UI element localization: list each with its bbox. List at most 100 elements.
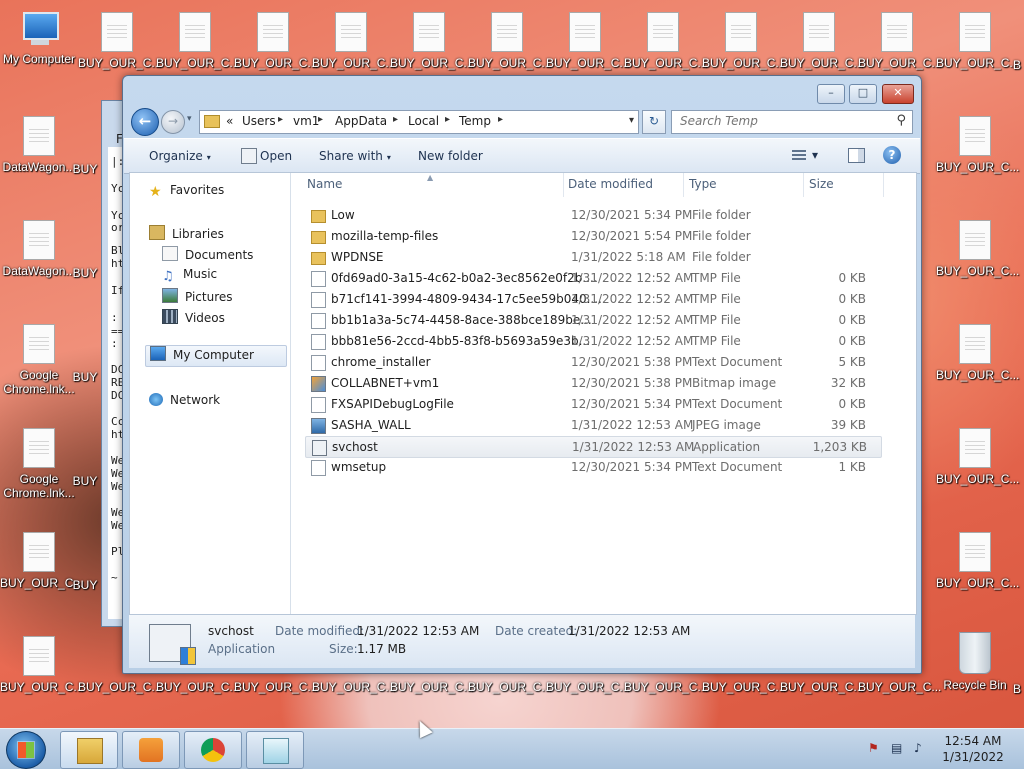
file-row[interactable]: mozilla-temp-files 12/30/2021 5:54 PM File… <box>305 226 880 246</box>
address-bar[interactable]: « Users ▸ vm1 ▸ AppData ▸ Local ▸ Temp ▸… <box>199 110 639 134</box>
close-button[interactable]: ✕ <box>882 84 914 104</box>
maximize-button[interactable]: □ <box>849 84 877 104</box>
desktop-icon-buy-our[interactable]: BUY_OUR_C... <box>78 680 161 694</box>
desktop-icon-buy-our[interactable]: BUY_OUR_C... <box>780 680 863 694</box>
breadcrumb-local[interactable]: Local <box>408 114 439 128</box>
taskbar-notepad[interactable] <box>246 731 304 769</box>
start-button[interactable] <box>6 731 46 769</box>
action-center-flag-icon[interactable]: ⚑ <box>868 741 879 755</box>
taskbar-chrome[interactable] <box>184 731 242 769</box>
recent-pages-chevron-icon[interactable]: ▾ <box>187 114 192 124</box>
nav-pictures[interactable]: Pictures <box>162 288 233 304</box>
desktop-icon-buy-our[interactable]: BUY_OUR_C... <box>156 680 239 694</box>
desktop-icon-buy-our[interactable]: BUY_OUR_C... <box>936 12 1019 70</box>
desktop-icon-buy-our[interactable]: BUY_OUR_C... <box>468 12 551 70</box>
desktop-icon-my-computer[interactable]: My Computer <box>0 10 78 66</box>
desktop-icon-buy-our[interactable]: BUY_OUR_C... <box>0 636 83 694</box>
file-row[interactable]: Low 12/30/2021 5:34 PM File folder <box>305 205 880 225</box>
desktop-icon-buy-our[interactable]: BUY_OUR_C... <box>780 12 863 70</box>
column-divider[interactable] <box>563 173 564 197</box>
organize-button[interactable]: Organize ▾ <box>149 149 211 163</box>
file-row[interactable]: b71cf141-3994-4809-9434-17c5ee59b040....… <box>305 289 880 309</box>
column-divider[interactable] <box>683 173 684 197</box>
file-row[interactable]: bbb81e56-2ccd-4bb5-83f8-b5693a59e3b... 1/… <box>305 331 880 351</box>
refresh-button[interactable]: ↻ <box>642 110 666 134</box>
breadcrumb-separator[interactable]: ▸ <box>393 114 398 125</box>
search-icon[interactable]: ⚲ <box>896 113 906 128</box>
search-box[interactable]: ⚲ <box>671 110 913 134</box>
nav-libraries[interactable]: Libraries <box>149 225 224 241</box>
desktop-icon-recycle-bin[interactable]: Recycle Bin <box>936 632 1014 692</box>
desktop-icon-buy-our[interactable]: BUY_OUR_C... <box>0 532 83 590</box>
desktop-icon-buy-our[interactable]: BUY_OUR_C... <box>936 116 1019 174</box>
column-header-size[interactable]: Size <box>809 177 834 191</box>
nav-favorites[interactable]: ★ Favorites <box>149 183 224 199</box>
desktop-icon-partial[interactable]: B <box>1010 58 1024 72</box>
file-row[interactable]: wmsetup 12/30/2021 5:34 PM Text Document 1 … <box>305 457 880 477</box>
nav-my-computer[interactable]: My Computer <box>145 345 287 367</box>
desktop-icon-buy-our[interactable]: BUY_OUR_C... <box>312 680 395 694</box>
breadcrumb-separator[interactable]: ▸ <box>278 114 283 125</box>
desktop-icon-buy-our[interactable]: BUY_OUR_C... <box>936 220 1019 278</box>
new-folder-button[interactable]: New folder <box>418 149 483 163</box>
help-icon[interactable]: ? <box>883 146 901 164</box>
file-row[interactable]: svchost 1/31/2022 12:53 AM Application 1,20… <box>305 436 882 458</box>
open-button[interactable]: Open <box>260 149 292 163</box>
breadcrumb-overflow[interactable]: « <box>226 114 233 128</box>
column-divider[interactable] <box>803 173 804 197</box>
desktop-icon-buy-our[interactable]: BUY_OUR_C... <box>78 12 161 70</box>
desktop-icon-partial[interactable]: BUY <box>70 474 100 488</box>
file-row[interactable]: bb1b1a3a-5c74-4458-8ace-388bce189be... 1/… <box>305 310 880 330</box>
back-button[interactable]: ← <box>131 108 159 136</box>
share-with-button[interactable]: Share with ▾ <box>319 149 391 163</box>
desktop-icon-google-chrome[interactable]: Google Chrome.lnk... <box>0 324 78 396</box>
file-row[interactable]: chrome_installer 12/30/2021 5:38 PM Text D… <box>305 352 880 372</box>
breadcrumb-separator[interactable]: ▸ <box>445 114 450 125</box>
nav-documents[interactable]: Documents <box>162 246 253 262</box>
desktop-icon-buy-our[interactable]: BUY_OUR_C... <box>468 680 551 694</box>
desktop-icon-buy-our[interactable]: BUY_OUR_C... <box>234 12 317 70</box>
explorer-window[interactable]: – □ ✕ ← → ▾ « Users ▸ vm1 ▸ AppData ▸ Lo… <box>122 75 922 674</box>
volume-icon[interactable]: ♪ <box>914 741 922 755</box>
column-header-date-modified[interactable]: Date modified <box>568 177 653 191</box>
desktop-icon-datawagon-2[interactable]: DataWagon... <box>0 220 78 278</box>
breadcrumb-vm1[interactable]: vm1 <box>293 114 319 128</box>
column-header-name[interactable]: Name <box>307 177 342 191</box>
desktop-icon-buy-our[interactable]: BUY_OUR_C... <box>702 12 785 70</box>
breadcrumb-appdata[interactable]: AppData <box>335 114 387 128</box>
file-row[interactable]: COLLABNET+vm1 12/30/2021 5:38 PM Bitmap im… <box>305 373 880 393</box>
view-options-icon[interactable] <box>792 150 806 160</box>
desktop-icon-buy-our[interactable]: BUY_OUR_C... <box>936 428 1019 486</box>
breadcrumb-users[interactable]: Users <box>242 114 276 128</box>
nav-network[interactable]: Network <box>149 393 220 407</box>
desktop-icon-buy-our[interactable]: BUY_OUR_C... <box>156 12 239 70</box>
desktop-icon-partial[interactable]: BUY <box>70 578 100 592</box>
file-row[interactable]: 0fd69ad0-3a15-4c62-b0a2-3ec8562e0f2b....… <box>305 268 880 288</box>
view-chevron-icon[interactable]: ▾ <box>812 148 818 162</box>
desktop-icon-buy-our[interactable]: BUY_OUR_C... <box>624 680 707 694</box>
desktop-icon-partial[interactable]: BUY <box>70 266 100 280</box>
file-row[interactable]: WPDNSE 1/31/2022 5:18 AM File folder <box>305 247 880 267</box>
breadcrumb-separator[interactable]: ▸ <box>498 114 503 125</box>
taskbar-explorer[interactable] <box>60 731 118 769</box>
desktop-icon-partial[interactable]: BUY <box>70 370 100 384</box>
desktop-icon-buy-our[interactable]: BUY_OUR_C... <box>858 12 941 70</box>
desktop-icon-buy-our[interactable]: BUY_OUR_C... <box>624 12 707 70</box>
desktop-icon-buy-our[interactable]: BUY_OUR_C... <box>858 680 941 694</box>
file-row[interactable]: SASHA_WALL 1/31/2022 12:53 AM JPEG image 39… <box>305 415 880 435</box>
taskbar-media-player[interactable] <box>122 731 180 769</box>
desktop-icon-buy-our[interactable]: BUY_OUR_C... <box>390 12 473 70</box>
forward-button[interactable]: → <box>161 110 185 134</box>
search-input[interactable] <box>672 111 890 131</box>
desktop-icon-datawagon[interactable]: DataWagon... <box>0 116 78 174</box>
breadcrumb-temp[interactable]: Temp <box>459 114 491 128</box>
column-header-type[interactable]: Type <box>689 177 717 191</box>
network-icon[interactable]: ▤ <box>891 741 902 755</box>
desktop-icon-buy-our[interactable]: BUY_OUR_C... <box>936 324 1019 382</box>
preview-pane-icon[interactable] <box>848 148 865 163</box>
file-row[interactable]: FXSAPIDebugLogFile 12/30/2021 5:34 PM Text… <box>305 394 880 414</box>
desktop-icon-buy-our[interactable]: BUY_OUR_C... <box>234 680 317 694</box>
breadcrumb-separator[interactable]: ▸ <box>318 114 323 125</box>
minimize-button[interactable]: – <box>817 84 845 104</box>
desktop-icon-buy-our[interactable]: BUY_OUR_C... <box>546 680 629 694</box>
